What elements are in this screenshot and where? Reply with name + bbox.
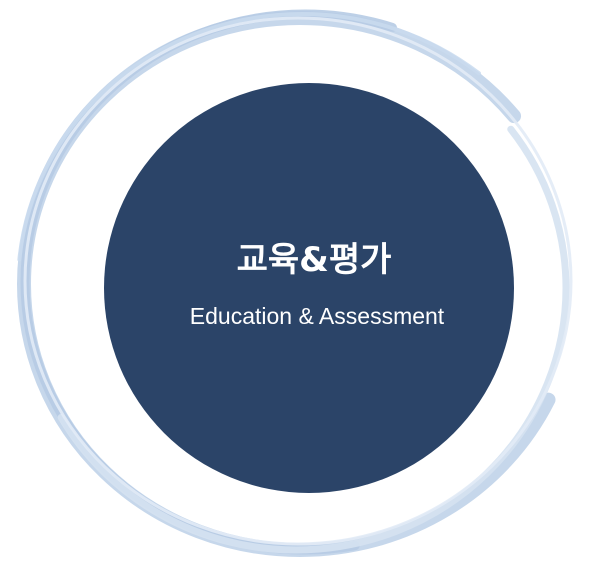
education-assessment-graphic: 교육&평가 Education & Assessment [0, 0, 603, 568]
center-circle [104, 83, 514, 493]
title-korean: 교육&평가 [236, 240, 392, 280]
title-english: Education & Assessment [189, 303, 445, 329]
